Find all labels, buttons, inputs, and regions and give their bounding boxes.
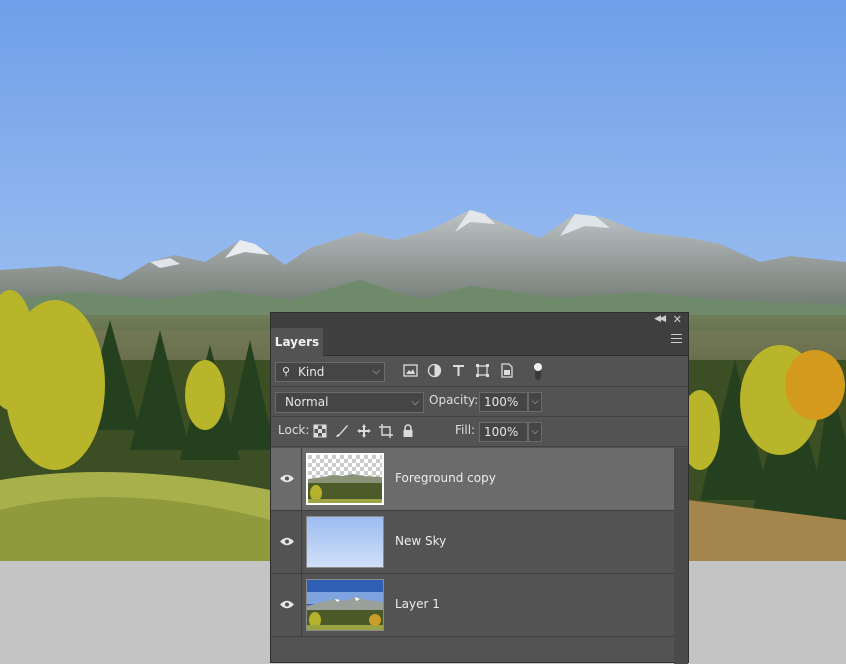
visibility-toggle[interactable] — [271, 574, 302, 636]
lock-all-icon[interactable] — [401, 424, 415, 438]
layer-name[interactable]: Foreground copy — [395, 471, 496, 485]
fill-input[interactable]: 100% — [479, 422, 528, 442]
tab-layers[interactable]: Layers — [271, 328, 323, 356]
eye-icon — [280, 600, 294, 609]
lock-image-icon[interactable] — [335, 424, 349, 438]
lock-artboard-icon[interactable] — [379, 424, 393, 438]
opacity-dropdown-button[interactable]: ⌵ — [528, 392, 542, 412]
opacity-label: Opacity: — [429, 393, 479, 407]
chevron-down-icon: ⌵ — [411, 397, 419, 408]
lock-fill-row: Lock: Fill: 100% ⌵ — [271, 417, 688, 447]
eye-icon — [280, 474, 294, 483]
layer-row-foreground-copy[interactable]: Foreground copy — [271, 448, 674, 511]
layer-row-layer-1[interactable]: Layer 1 — [271, 574, 674, 637]
layer-thumbnail[interactable] — [306, 453, 384, 505]
visibility-toggle[interactable] — [271, 511, 302, 573]
image-filter-icon[interactable] — [403, 363, 418, 378]
panel-menu-icon[interactable] — [671, 334, 682, 343]
blend-opacity-row: Normal ⌵ Opacity: 100% ⌵ — [271, 387, 688, 417]
lock-transparent-icon[interactable] — [313, 424, 327, 438]
adjustment-filter-icon[interactable] — [427, 363, 442, 378]
filter-kind-label: Kind — [298, 365, 325, 379]
fill-label: Fill: — [455, 423, 476, 437]
opacity-input[interactable]: 100% — [479, 392, 528, 412]
close-panel-icon[interactable]: ✕ — [673, 313, 682, 326]
type-filter-icon[interactable] — [451, 363, 466, 378]
collapse-panel-icon[interactable]: ◀◀ — [654, 314, 666, 324]
filter-toggle-switch[interactable] — [533, 362, 543, 381]
layers-panel: ◀◀ ✕ Layers ⚲ Kind ⌵ Normal ⌵ Opacity: 1… — [270, 312, 689, 664]
smart-object-filter-icon[interactable] — [499, 363, 514, 378]
lock-label: Lock: — [278, 423, 310, 437]
lock-position-icon[interactable] — [357, 424, 371, 438]
shape-filter-icon[interactable] — [475, 363, 490, 378]
blend-mode-select[interactable]: Normal ⌵ — [275, 392, 424, 413]
layer-name[interactable]: New Sky — [395, 534, 446, 548]
panel-title-bar[interactable]: ◀◀ ✕ — [271, 313, 688, 328]
layer-filter-row: ⚲ Kind ⌵ — [271, 357, 688, 387]
panel-tab-bar: Layers — [271, 328, 688, 356]
eye-icon — [280, 537, 294, 546]
layers-scrollbar[interactable] — [674, 448, 688, 664]
layers-list: Foreground copy New Sky Layer 1 — [271, 448, 674, 664]
filter-kind-select[interactable]: ⚲ Kind ⌵ — [275, 362, 385, 382]
fill-dropdown-button[interactable]: ⌵ — [528, 422, 542, 442]
visibility-toggle[interactable] — [271, 448, 302, 510]
blend-mode-value: Normal — [285, 395, 329, 409]
search-icon: ⚲ — [282, 365, 291, 378]
layer-name[interactable]: Layer 1 — [395, 597, 440, 611]
layer-thumbnail[interactable] — [306, 516, 384, 568]
layer-thumbnail[interactable] — [306, 579, 384, 631]
layer-row-new-sky[interactable]: New Sky — [271, 511, 674, 574]
chevron-down-icon: ⌵ — [372, 366, 380, 377]
